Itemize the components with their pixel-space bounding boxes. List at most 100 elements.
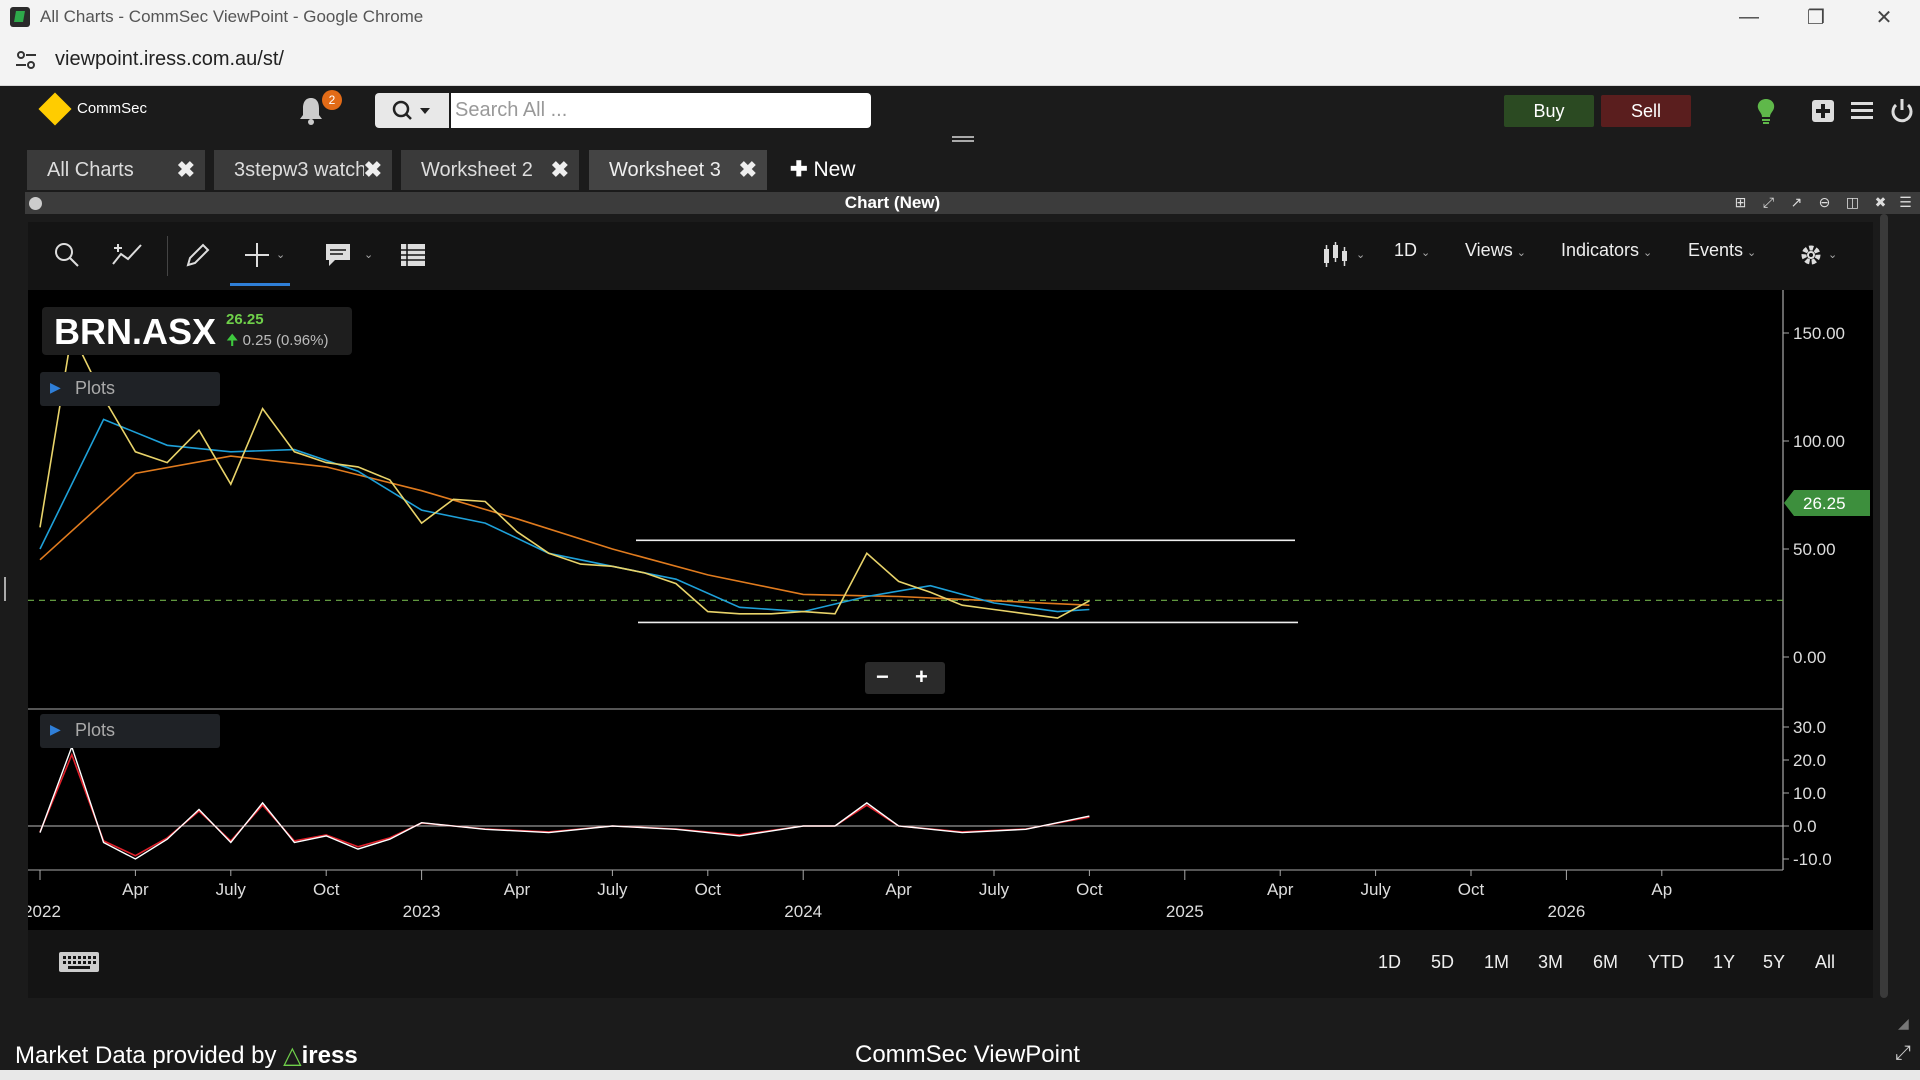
popout-icon[interactable]: ↗ [1789, 195, 1804, 210]
url-field[interactable]: viewpoint.iress.com.au/st/ [55, 48, 284, 71]
lower-plots-toggle[interactable]: ▶ Plots [40, 714, 220, 748]
market-data-text: Market Data provided by [15, 1042, 277, 1069]
price-change-value: 0.25 (0.96%) [242, 332, 329, 349]
split-panel-icon[interactable]: ◫ [1845, 195, 1860, 210]
indicators-label: Indicators [1561, 240, 1640, 260]
events-label: Events [1688, 240, 1744, 260]
close-tab-icon[interactable]: ✖ [177, 150, 195, 190]
chevron-down-icon[interactable]: ⌄ [364, 248, 373, 261]
range-1m-button[interactable]: 1M [1484, 952, 1509, 973]
chevron-down-icon[interactable]: ⌄ [1828, 248, 1837, 261]
close-tab-icon[interactable]: ✖ [363, 150, 382, 190]
minimize-button[interactable]: — [1715, 0, 1783, 34]
tab-worksheet-2[interactable]: Worksheet 2 ✖ [401, 150, 579, 190]
tab-worksheet-3[interactable]: Worksheet 3 ✖ [589, 150, 767, 190]
x-month-label: Oct [1458, 880, 1485, 899]
search-input[interactable] [451, 93, 871, 128]
range-5d-button[interactable]: 5D [1431, 952, 1454, 973]
expand-triangle-icon: ▶ [50, 379, 61, 395]
close-tab-icon[interactable]: ✖ [739, 150, 757, 190]
add-panel-icon[interactable]: ⊞ [1733, 195, 1748, 210]
sell-button[interactable]: Sell [1601, 95, 1691, 127]
panel-scrollbar[interactable] [1878, 214, 1890, 998]
y-tick-label: 0.00 [1793, 648, 1826, 667]
x-year-label: 2022 [28, 902, 61, 921]
close-panel-icon[interactable]: ✖ [1873, 195, 1888, 210]
add-widget-icon[interactable] [1808, 96, 1838, 126]
range-bar: 1D 5D 1M 3M 6M YTD 1Y 5Y All [28, 930, 1873, 998]
tab-all-charts[interactable]: All Charts ✖ [27, 150, 205, 190]
site-settings-icon[interactable] [14, 48, 38, 72]
restore-button[interactable]: ❐ [1782, 0, 1850, 34]
fullscreen-icon[interactable]: ⤢ [1895, 1042, 1911, 1065]
active-tool-indicator [230, 283, 290, 286]
zoom-out-button[interactable]: − [876, 664, 889, 690]
chart-area[interactable]: 150.00 100.00 50.00 0.00 30.0 20.0 10.0 0.0 -10.… [23, 290, 1873, 930]
zoom-in-button[interactable]: + [915, 664, 928, 690]
range-3m-button[interactable]: 3M [1538, 952, 1563, 973]
chevron-down-icon[interactable]: ⌄ [1356, 248, 1365, 261]
crosshair-icon [245, 243, 269, 267]
power-icon[interactable] [1887, 96, 1917, 126]
last-price: 26.25 [226, 311, 264, 328]
x-year-label: 2023 [403, 902, 441, 921]
drag-grip-icon[interactable] [952, 136, 974, 142]
chevron-down-icon: ⌄ [1516, 247, 1526, 259]
symbol-quote-box[interactable]: BRN.ASX 26.25 🠉 0.25 (0.96%) [42, 307, 352, 355]
settings-gear-icon[interactable] [1796, 240, 1826, 270]
expand-icon[interactable]: ⤢ [1761, 195, 1776, 210]
range-all-button[interactable]: All [1815, 952, 1835, 973]
scrollbar-thumb[interactable] [1880, 214, 1888, 998]
commsec-logo-icon [38, 92, 72, 126]
x-year-label: 2026 [1547, 902, 1585, 921]
zoom-search-icon[interactable] [52, 240, 82, 270]
range-1y-button[interactable]: 1Y [1713, 952, 1735, 973]
annotation-comment-icon[interactable] [323, 240, 353, 270]
lower-plots-label: Plots [75, 720, 116, 740]
slow-moving-average-line [39, 455, 1090, 606]
x-month-label: July [597, 880, 628, 899]
side-resize-handle[interactable] [4, 577, 8, 601]
x-month-label: July [216, 880, 247, 899]
range-6m-button[interactable]: 6M [1593, 952, 1618, 973]
toolbar-divider [167, 236, 168, 276]
x-month-label: July [1360, 880, 1391, 899]
range-1d-button[interactable]: 1D [1378, 952, 1401, 973]
keyboard-icon[interactable] [58, 950, 100, 974]
plots-label: Plots [75, 378, 116, 398]
tab-label: Worksheet 3 [609, 159, 721, 181]
x-month-label: Oct [313, 880, 340, 899]
plots-toggle[interactable]: ▶ Plots [40, 372, 220, 406]
draw-pencil-icon[interactable] [183, 240, 213, 270]
candlestick-chart-type-icon[interactable] [1321, 240, 1351, 270]
interval-dropdown[interactable]: 1D ⌄ [1394, 240, 1430, 261]
events-dropdown[interactable]: Events ⌄ [1688, 240, 1756, 261]
range-ytd-button[interactable]: YTD [1648, 952, 1684, 973]
close-window-button[interactable]: ✕ [1850, 0, 1918, 34]
tab-watchlist[interactable]: 3stepw3 watchli ✖ [214, 150, 392, 190]
add-indicator-icon[interactable] [111, 240, 145, 270]
buy-button[interactable]: Buy [1504, 95, 1594, 127]
lightbulb-icon[interactable] [1751, 96, 1781, 126]
indicators-dropdown[interactable]: Indicators ⌄ [1561, 240, 1652, 261]
x-month-label: Apr [1267, 880, 1294, 899]
app-header: CommSec 2 Buy Sell [0, 86, 1920, 136]
data-table-icon[interactable] [398, 240, 428, 270]
range-5y-button[interactable]: 5Y [1763, 952, 1785, 973]
tab-label: All Charts [47, 159, 134, 181]
minimize-panel-icon[interactable]: ⊖ [1817, 195, 1832, 210]
worksheet-tabs: All Charts ✖ 3stepw3 watchli ✖ Worksheet… [0, 136, 1920, 192]
menu-icon[interactable] [1847, 96, 1877, 126]
views-label: Views [1465, 240, 1513, 260]
osc-tick-label: 0.0 [1793, 817, 1817, 836]
price-chart-svg[interactable]: 150.00 100.00 50.00 0.00 30.0 20.0 10.0 0.0 -10.… [23, 290, 1873, 930]
close-tab-icon[interactable]: ✖ [551, 150, 569, 190]
crosshair-tool-button[interactable]: ⌄ [230, 222, 290, 290]
search-scope-button[interactable] [375, 93, 449, 128]
new-tab-button[interactable]: ✚ New [790, 150, 855, 190]
panel-menu-icon[interactable]: ☰ [1898, 195, 1913, 210]
chevron-down-icon: ⌄ [1747, 247, 1757, 259]
x-month-label: July [979, 880, 1010, 899]
views-dropdown[interactable]: Views ⌄ [1465, 240, 1526, 261]
resize-corner-icon[interactable]: ◢ [1898, 1015, 1909, 1032]
